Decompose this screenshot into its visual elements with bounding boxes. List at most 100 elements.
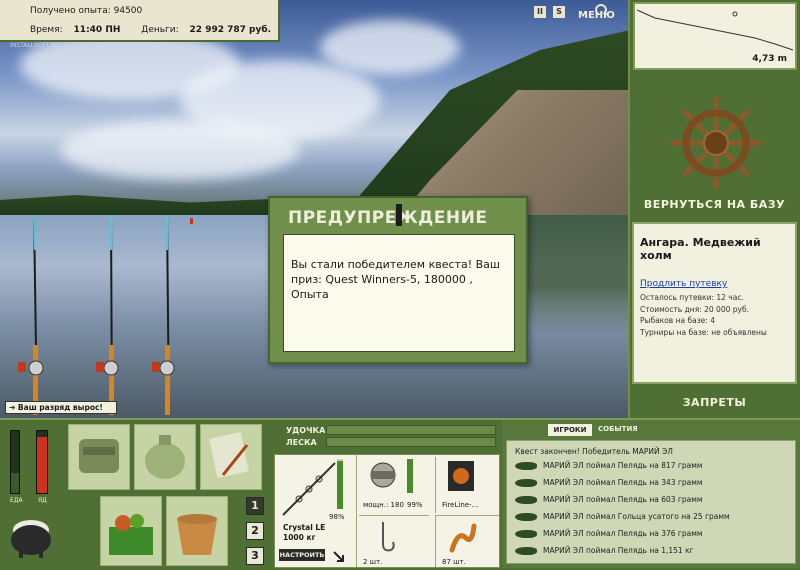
base-info-lines: Осталось путевки: 12 час. Стоимость дня:…: [640, 292, 767, 338]
info-line: Турниры на базе: не объявлены: [640, 327, 767, 337]
info-line: Осталось путевки: 12 час.: [640, 293, 744, 302]
hook-slot[interactable]: 2 шт.: [359, 515, 429, 567]
sack-slot[interactable]: [134, 424, 196, 490]
events-list: Квест закончен! Победитель МАРИЙ ЭЛ МАРИ…: [506, 440, 796, 564]
exp-value: 94500: [113, 6, 143, 16]
exp-row: Получено опыта: 94500: [30, 6, 142, 16]
bans-button[interactable]: ЗАПРЕТЫ: [632, 396, 797, 409]
tab-players[interactable]: ИГРОКИ: [548, 424, 592, 436]
list-item: МАРИЙ ЭЛ поймал Пелядь на 1,151 кг: [515, 546, 797, 560]
poison-meter: [36, 430, 48, 494]
bucket-slot[interactable]: [166, 496, 228, 566]
line-tension-bar: [326, 437, 496, 447]
status-hud: Получено опыта: 94500 Время: 11:40 ПН Де…: [0, 0, 280, 42]
dialog-message: Вы стали победителем квеста! Ваш приз: Q…: [283, 234, 515, 352]
menu-button[interactable]: МЕНЮ: [578, 4, 628, 22]
arrow-icon: [333, 551, 344, 562]
watermark: INSTALLSOFT.RU: [10, 42, 60, 49]
menu-label: МЕНЮ: [578, 10, 615, 21]
notification-text: Ваш разряд вырос!: [17, 403, 103, 412]
reel-slot[interactable]: мощн.: 180 99%: [359, 457, 429, 513]
slot-2-button[interactable]: 2: [246, 522, 264, 540]
food-meter: [10, 430, 20, 494]
poison-label: ЯД: [38, 497, 47, 504]
time-label: Время:: [30, 25, 63, 35]
event-text: МАРИЙ ЭЛ поймал Гольца усатого на 25 гра…: [543, 512, 730, 521]
slot-1-button[interactable]: 1: [246, 497, 264, 515]
info-line: Рыбаков на базе: 4: [640, 316, 715, 325]
bait-count: 87 шт.: [442, 558, 466, 566]
dialog-title: ПРЕДУПРЕЖДЕНИЕ: [288, 208, 488, 228]
fish-icon: [515, 530, 537, 538]
event-text: МАРИЙ ЭЛ поймал Пелядь на 376 грамм: [543, 529, 703, 538]
arrow-icon: ➜: [9, 403, 16, 412]
slot-3-button[interactable]: 3: [246, 547, 264, 565]
basket-icon: [109, 514, 153, 555]
rank-up-notification[interactable]: ➜ Ваш разряд вырос!: [5, 401, 117, 414]
rod-tension-bar: [326, 425, 496, 435]
sack-icon: [145, 435, 185, 479]
event-text: МАРИЙ ЭЛ поймал Пелядь на 1,151 кг: [543, 546, 694, 555]
line-slot[interactable]: FireLine-...: [435, 457, 499, 513]
rod-label: УДОЧКА: [286, 426, 326, 435]
fish-icon: [515, 462, 537, 470]
return-to-base-button[interactable]: ВЕРНУТЬСЯ НА БАЗУ: [632, 198, 797, 211]
rod-3: [152, 215, 175, 416]
depth-gauge: 4,73 m: [633, 2, 797, 70]
event-text: МАРИЙ ЭЛ поймал Пелядь на 817 грамм: [543, 461, 703, 470]
fish-icon: [515, 479, 537, 487]
extend-ticket-link[interactable]: Продлить путевку: [640, 279, 727, 289]
map-slot[interactable]: [200, 424, 262, 490]
food-label: ЕДА: [10, 497, 23, 504]
ship-wheel-icon[interactable]: [668, 95, 764, 191]
time-money-row: Время: 11:40 ПН Деньги: 22 992 787 руб.: [30, 25, 271, 35]
rod-icon: [282, 462, 336, 516]
rod-weight: 1000 кг: [283, 533, 316, 542]
bag-slot[interactable]: [68, 424, 130, 490]
list-item: МАРИЙ ЭЛ поймал Пелядь на 603 грамм: [515, 495, 797, 509]
tab-events[interactable]: СОБЫТИЯ: [598, 425, 638, 433]
list-item: МАРИЙ ЭЛ поймал Пелядь на 343 грамм: [515, 478, 797, 492]
event-text: МАРИЙ ЭЛ поймал Пелядь на 603 грамм: [543, 495, 703, 504]
line-label: ЛЕСКА: [286, 438, 317, 447]
rod-durability-bar: [337, 459, 343, 509]
hook-icon: [382, 522, 395, 552]
tackle-panel: 98% Crystal LE 1000 кг НАСТРОИТЬ мощн.: …: [274, 454, 500, 568]
rod-name: Crystal LE: [283, 523, 326, 532]
list-item: МАРИЙ ЭЛ поймал Пелядь на 817 грамм: [515, 461, 797, 475]
event-text: МАРИЙ ЭЛ поймал Пелядь на 343 грамм: [543, 478, 703, 487]
reel-label: мощн.: 180: [363, 501, 404, 509]
rod-slot[interactable]: 98% Crystal LE 1000 кг НАСТРОИТЬ: [275, 455, 357, 567]
line-name: FireLine-...: [442, 501, 479, 509]
events-header: Квест закончен! Победитель МАРИЙ ЭЛ: [515, 447, 673, 456]
rod-2: [96, 215, 119, 416]
money-value: 22 992 787 руб.: [189, 25, 272, 35]
rod-percent: 98%: [329, 513, 345, 521]
events-panel: ИГРОКИ СОБЫТИЯ Квест закончен! Победител…: [502, 420, 800, 568]
rod-durability-fill: [337, 461, 343, 509]
bait-slot[interactable]: 87 шт.: [435, 515, 499, 567]
list-item: МАРИЙ ЭЛ поймал Гольца усатого на 25 гра…: [515, 512, 797, 526]
reel-durability-bar: [407, 459, 413, 493]
basket-slot[interactable]: [100, 496, 162, 566]
sound-button[interactable]: S: [553, 6, 565, 18]
time-value: 11:40 ПН: [73, 25, 121, 35]
fish-icon: [515, 496, 537, 504]
setup-button[interactable]: НАСТРОИТЬ: [279, 549, 325, 561]
hook-count: 2 шт.: [363, 558, 383, 566]
reel-percent: 99%: [407, 501, 423, 509]
reel-icon: [370, 462, 396, 488]
pause-button[interactable]: II: [534, 6, 546, 18]
fish-icon: [515, 547, 537, 555]
warning-dialog[interactable]: ПРЕДУПРЕЖДЕНИЕ Вы стали победителем квес…: [268, 196, 528, 364]
reel-durability-fill: [407, 459, 413, 493]
pot-icon[interactable]: [5, 510, 57, 560]
base-info: Ангара. Медвежий холм Продлить путевку О…: [632, 222, 797, 384]
float-icon: [190, 218, 193, 224]
worm-icon: [449, 523, 477, 553]
bucket-icon: [177, 514, 217, 555]
location-name: Ангара. Медвежий холм: [640, 236, 761, 262]
exp-label: Получено опыта:: [30, 6, 111, 16]
map-icon: [209, 432, 249, 478]
rod-1: [18, 215, 44, 416]
